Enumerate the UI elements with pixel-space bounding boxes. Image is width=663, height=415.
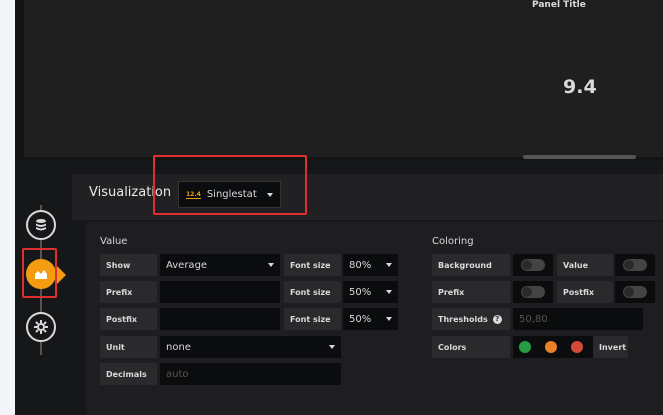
prefix-input[interactable] <box>160 281 280 303</box>
show-font-size-select[interactable]: 80% <box>343 254 398 276</box>
toggle-off-icon <box>521 286 545 298</box>
thresholds-placeholder: 50,80 <box>519 313 548 325</box>
visualization-label: Visualization <box>89 185 172 200</box>
thresholds-label: Thresholds? <box>432 308 510 330</box>
invert-colors-button[interactable]: Invert <box>593 336 628 358</box>
singlestat-value: 9.4 <box>563 76 597 98</box>
coloring-group-title: Coloring <box>432 236 474 247</box>
database-icon[interactable] <box>26 210 56 240</box>
prefix-font-size-label: Font size <box>284 281 341 303</box>
panel-resize-handle[interactable] <box>523 155 636 159</box>
show-select[interactable]: Average <box>160 254 280 276</box>
visualization-selected: Singlestat <box>206 189 257 200</box>
prefix-font-size-value: 50% <box>349 286 372 298</box>
value-group-title: Value <box>100 236 128 247</box>
active-indicator-arrow <box>55 264 66 286</box>
color-swatch-ok[interactable] <box>519 341 531 353</box>
help-question-icon[interactable]: ? <box>492 314 502 324</box>
postfix-label: Postfix <box>100 308 157 330</box>
coloring-prefix-switch[interactable] <box>513 281 553 303</box>
coloring-background-label: Background <box>432 254 510 276</box>
caret-down-icon <box>268 263 274 267</box>
thresholds-input[interactable]: 50,80 <box>513 308 643 330</box>
coloring-value-label: Value <box>557 254 613 276</box>
decimals-label: Decimals <box>100 363 157 385</box>
prefix-label: Prefix <box>100 281 157 303</box>
window-left-edge <box>0 0 15 415</box>
toggle-off-icon <box>521 259 545 271</box>
caret-down-icon <box>267 192 273 197</box>
show-font-size-value: 80% <box>349 259 372 271</box>
coloring-postfix-label: Postfix <box>557 281 613 303</box>
caret-down-icon <box>329 345 335 349</box>
settings-gear-icon[interactable] <box>26 312 56 342</box>
postfix-font-size-label: Font size <box>284 308 341 330</box>
unit-label: Unit <box>100 336 157 358</box>
prefix-font-size-select[interactable]: 50% <box>343 281 398 303</box>
panel-title[interactable]: Panel Title <box>532 0 586 10</box>
toggle-off-icon <box>623 259 647 271</box>
coloring-value-switch[interactable] <box>615 254 655 276</box>
unit-select[interactable]: none <box>160 336 341 358</box>
visualization-picker[interactable]: 12.4 Singlestat <box>178 181 281 208</box>
toggle-off-icon <box>623 286 647 298</box>
coloring-prefix-label: Prefix <box>432 281 510 303</box>
colors-label: Colors <box>432 336 510 358</box>
postfix-font-size-select[interactable]: 50% <box>343 308 398 330</box>
thresholds-label-text: Thresholds <box>438 314 488 324</box>
caret-down-icon <box>386 317 392 321</box>
postfix-font-size-value: 50% <box>349 313 372 325</box>
show-font-size-label: Font size <box>284 254 341 276</box>
caret-down-icon <box>386 263 392 267</box>
decimals-placeholder: auto <box>166 368 189 380</box>
show-label: Show <box>100 254 157 276</box>
postfix-input[interactable] <box>160 308 280 330</box>
color-swatch-warning[interactable] <box>545 341 557 353</box>
singlestat-icon: 12.4 <box>186 190 201 199</box>
unit-value: none <box>166 341 191 353</box>
caret-down-icon <box>386 290 392 294</box>
show-value: Average <box>166 259 208 271</box>
chart-area-icon[interactable] <box>26 259 56 289</box>
coloring-background-switch[interactable] <box>513 254 553 276</box>
color-swatch-critical[interactable] <box>571 341 583 353</box>
coloring-postfix-switch[interactable] <box>615 281 655 303</box>
decimals-input[interactable]: auto <box>160 363 341 385</box>
